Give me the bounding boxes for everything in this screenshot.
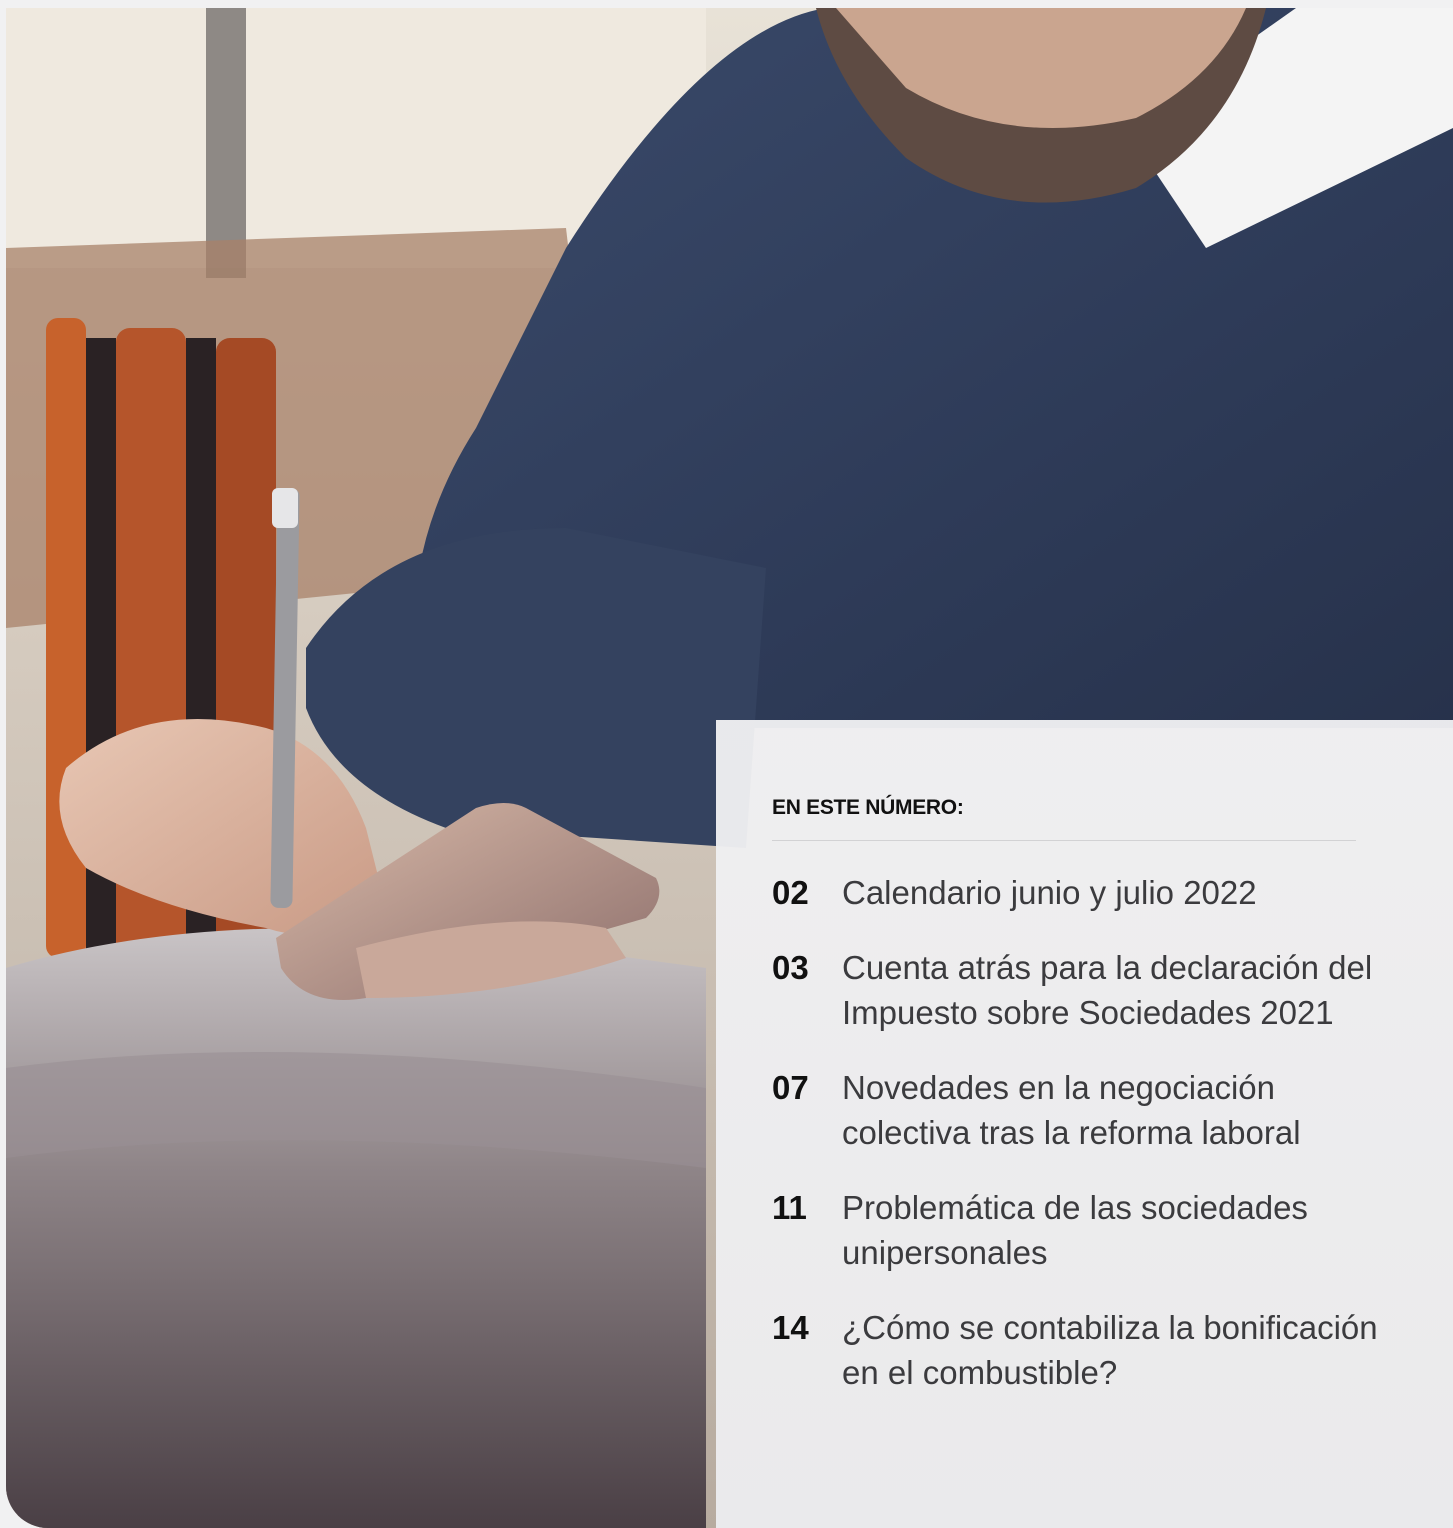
toc-heading: EN ESTE NÚMERO:	[772, 796, 964, 819]
toc-article-title: Calendario junio y julio 2022	[842, 874, 1257, 911]
toc-item[interactable]: 14 ¿Cómo se contabiliza la bonificación …	[772, 1305, 1412, 1395]
table-of-contents: EN ESTE NÚMERO: 02 Calendario junio y ju…	[716, 720, 1453, 1528]
toc-article-title: Cuenta atrás para la declaración del Imp…	[842, 949, 1373, 1031]
toc-divider	[772, 840, 1356, 841]
toc-article-title: ¿Cómo se contabiliza la bonificación en …	[842, 1309, 1378, 1391]
toc-article-title: Novedades en la negociación colectiva tr…	[842, 1069, 1301, 1151]
toc-item[interactable]: 03 Cuenta atrás para la declaración del …	[772, 945, 1412, 1035]
toc-item[interactable]: 11 Problemática de las sociedades uniper…	[772, 1185, 1412, 1275]
toc-item[interactable]: 02 Calendario junio y julio 2022	[772, 870, 1412, 915]
toc-list: 02 Calendario junio y julio 2022 03 Cuen…	[772, 870, 1412, 1425]
toc-page-number: 02	[772, 874, 809, 911]
toc-page-number: 11	[772, 1189, 807, 1226]
toc-page-number: 07	[772, 1069, 809, 1106]
toc-page-number: 14	[772, 1309, 809, 1346]
magazine-cover: EN ESTE NÚMERO: 02 Calendario junio y ju…	[0, 0, 1453, 1528]
toc-article-title: Problemática de las sociedades uniperson…	[842, 1189, 1308, 1271]
toc-item[interactable]: 07 Novedades en la negociación colectiva…	[772, 1065, 1412, 1155]
toc-page-number: 03	[772, 949, 809, 986]
